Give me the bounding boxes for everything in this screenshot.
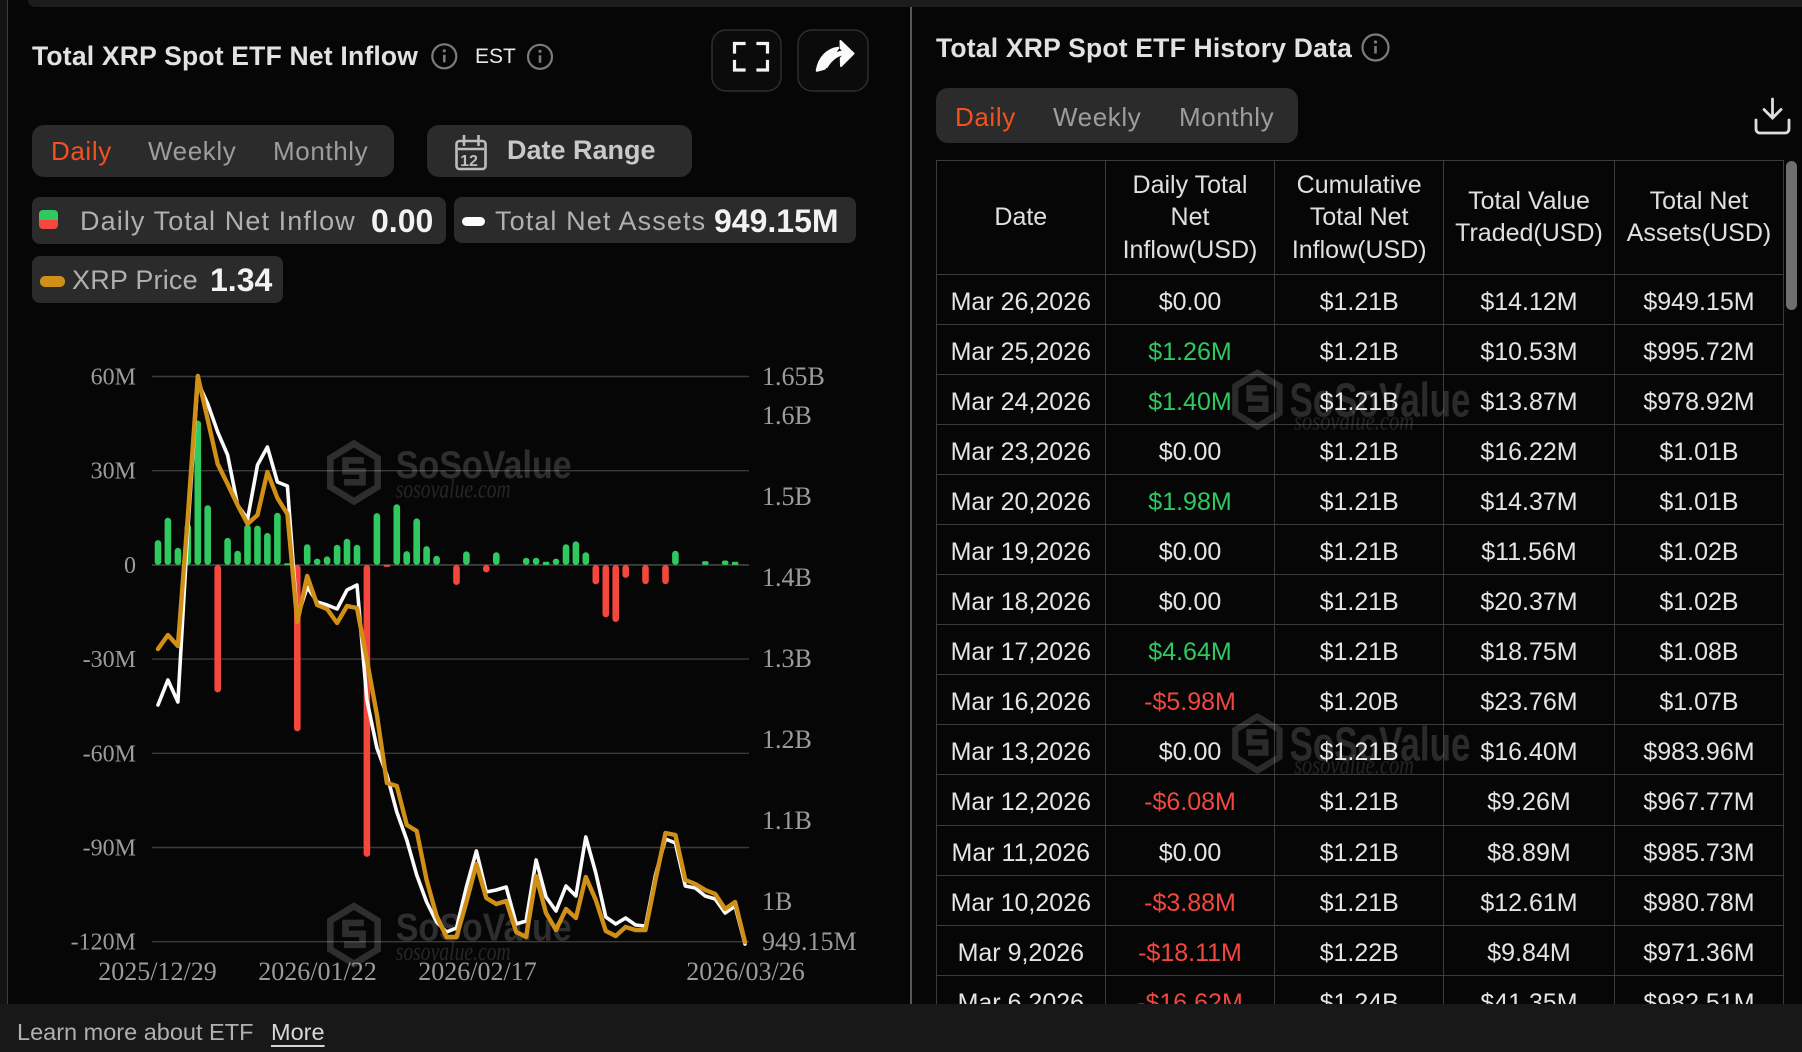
svg-text:sosovalue.com: sosovalue.com <box>1294 750 1414 779</box>
svg-text:sosovalue.com: sosovalue.com <box>1294 407 1414 436</box>
svg-text:12: 12 <box>460 153 478 170</box>
